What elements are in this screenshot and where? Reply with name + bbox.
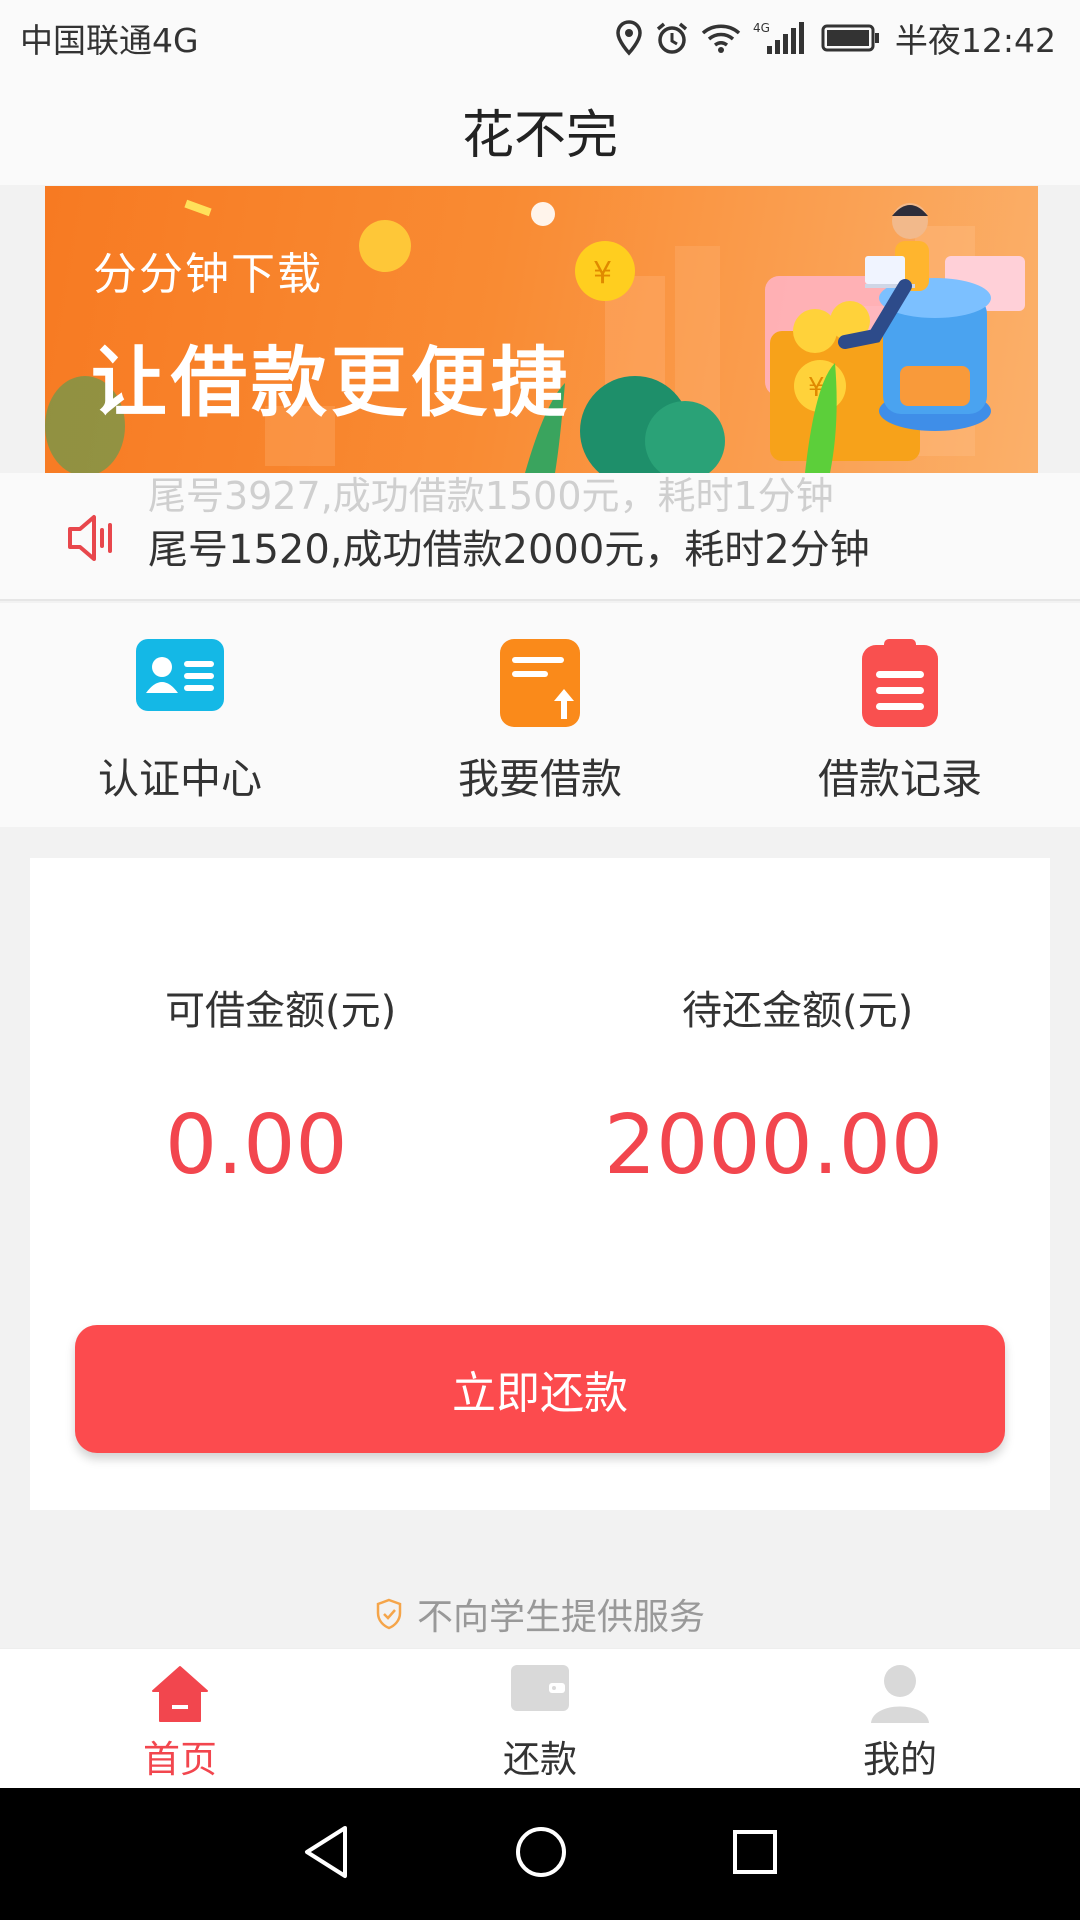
status-bar: 中国联通4G 4G 半夜12:42 (0, 0, 1080, 75)
banner-subtitle: 分分钟下载 (93, 249, 323, 300)
student-notice-text: 不向学生提供服务 (416, 1597, 705, 1638)
wallet-icon (511, 1665, 569, 1711)
repay-now-button[interactable]: 立即还款 (75, 1325, 1005, 1453)
shield-check-icon (376, 1598, 402, 1630)
tab-repay[interactable]: 还款 (360, 1649, 720, 1789)
menu-apply-loan[interactable]: 我要借款 (360, 603, 720, 827)
loan-notice-ticker: 尾号3927,成功借款1500元，耗时1分钟 尾号1520,成功借款2000元，… (0, 473, 1080, 601)
user-icon (871, 1665, 929, 1723)
tab-repay-label: 还款 (503, 1738, 577, 1781)
wifi-icon (701, 24, 741, 53)
menu-apply-loan-label: 我要借款 (458, 755, 622, 803)
tab-home-label: 首页 (143, 1738, 217, 1781)
loan-document-icon (500, 639, 580, 727)
page-title: 花不完 (0, 75, 1080, 185)
student-notice: 不向学生提供服务 (0, 1588, 1080, 1640)
promo-banner[interactable]: ¥ ¥ 分分钟下载 让借款更便捷 (45, 186, 1038, 473)
notice-current: 尾号1520,成功借款2000元，耗时2分钟 (148, 527, 870, 573)
system-nav-bar (0, 1788, 1080, 1920)
tab-profile-label: 我的 (863, 1738, 937, 1781)
speaker-icon (68, 515, 112, 561)
battery-icon (821, 24, 879, 51)
back-icon[interactable] (301, 1824, 351, 1884)
menu-loan-records[interactable]: 借款记录 (720, 603, 1080, 827)
location-icon (616, 19, 642, 56)
tab-home[interactable]: 首页 (0, 1649, 360, 1789)
available-amount-value: 0.00 (165, 1098, 348, 1193)
menu-auth-center[interactable]: 认证中心 (0, 603, 360, 827)
id-card-icon (136, 639, 224, 711)
home-icon (152, 1666, 208, 1722)
status-icons: 4G (615, 19, 881, 56)
pending-amount-label: 待还金额(元) (682, 988, 914, 1034)
tab-profile[interactable]: 我的 (720, 1649, 1080, 1789)
menu-loan-records-label: 借款记录 (818, 755, 982, 803)
alarm-icon (656, 22, 688, 54)
svg-text:¥: ¥ (593, 256, 612, 291)
clipboard-list-icon (862, 639, 938, 727)
status-right: 4G 半夜12:42 (615, 14, 1056, 62)
home-circle-icon[interactable] (514, 1825, 568, 1883)
available-amount-label: 可借金额(元) (165, 988, 397, 1034)
bottom-tab-bar: 首页 还款 我的 (0, 1648, 1080, 1788)
recents-square-icon[interactable] (731, 1828, 779, 1880)
banner-headline: 让借款更便捷 (91, 338, 571, 427)
account-card: 可借金额(元) 0.00 待还金额(元) 2000.00 立即还款 (30, 858, 1050, 1510)
clock: 半夜12:42 (894, 20, 1056, 60)
carrier-label: 中国联通4G (20, 20, 199, 60)
pending-amount-value: 2000.00 (604, 1098, 944, 1193)
notice-previous: 尾号3927,成功借款1500元，耗时1分钟 (148, 474, 834, 518)
signal-icon: 4G (753, 21, 804, 54)
quick-menu: 认证中心 我要借款 借款记录 (0, 603, 1080, 827)
network-label: 4G (753, 21, 770, 35)
menu-auth-center-label: 认证中心 (98, 755, 262, 803)
